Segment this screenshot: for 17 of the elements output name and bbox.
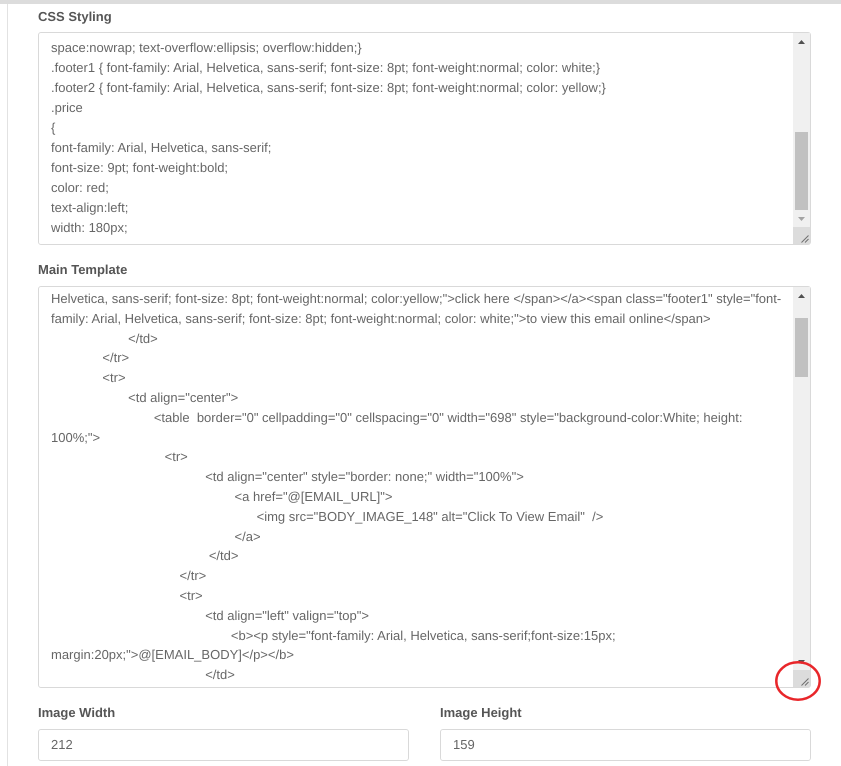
scrollbar[interactable] — [793, 33, 810, 227]
scroll-up-arrow-icon[interactable] — [798, 40, 805, 44]
resize-grip-icon[interactable] — [793, 670, 810, 687]
scrollbar[interactable] — [793, 287, 810, 670]
input-field[interactable]: 212 — [38, 729, 409, 761]
code-textarea[interactable]: Helvetica, sans-serif; font-size: 8pt; font-weight:normal; color:yellow;">click here </span></a><span class="footer1" style="font- family: Arial, Helvetica, sans-serif; font-size: 8pt; font-weight:normal; color: white;">to view this email online</span> </td> </tr> <tr> <td align="center"> <table border="0" cellpadding="0" cellspacing="0" width="698" style="background-color:White; height: 100%;"> <tr> <td align="center" style="border: none;" width="100%"> <a href="@[EMAIL_URL]"> <img src="BODY_IMAGE_148" alt="Click To View Email" /> </a> </td> </tr> <tr> <td align="left" valign="top"> <b><p style="font-family: Arial, Helvetica, sans-serif;font-size:15px; margin:20px;">@[EMAIL_BODY]</p></b> </td> — [38, 286, 811, 688]
resize-grip-icon[interactable] — [793, 227, 810, 244]
code-textarea[interactable]: space:nowrap; text-overflow:ellipsis; overflow:hidden;} .footer1 { font-family: Arial, Helvetica, sans-serif; font-size: 8pt; font-weight:normal; color: white;} .footer2 { font-family: Arial, Helvetica, sans-serif; font-size: 8pt; font-weight:normal; color: yellow;} .price { font-family: Arial, Helvetica, sans-serif; font-size: 9pt; font-weight:bold; color: red; text-align:left; width: 180px; — [38, 32, 811, 245]
scrollbar-thumb[interactable] — [795, 318, 808, 377]
field-label: Image Width — [38, 705, 116, 721]
scrollbar-thumb[interactable] — [795, 132, 808, 210]
field-label: Image Height — [440, 705, 523, 721]
field-label: Main Template — [38, 262, 128, 278]
field-label: CSS Styling — [38, 9, 113, 25]
scroll-up-arrow-icon[interactable] — [798, 294, 805, 298]
scroll-down-arrow-icon[interactable] — [798, 660, 805, 664]
input-field[interactable]: 159 — [440, 729, 811, 761]
